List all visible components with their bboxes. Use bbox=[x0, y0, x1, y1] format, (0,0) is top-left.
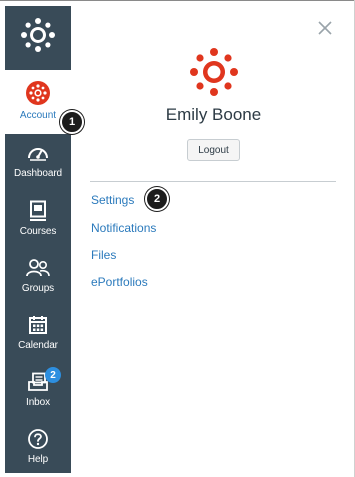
calendar-icon bbox=[25, 313, 51, 337]
tray-divider bbox=[90, 181, 336, 182]
close-icon bbox=[317, 20, 333, 41]
nav-item-help-label: Help bbox=[27, 454, 49, 465]
nav-item-account-label: Account bbox=[19, 110, 57, 121]
logout-button[interactable]: Logout bbox=[187, 139, 240, 161]
nav-item-dashboard[interactable]: Dashboard bbox=[5, 136, 71, 193]
tray-link-eportfolios[interactable]: ePortfolios bbox=[91, 275, 148, 289]
user-name: Emily Boone bbox=[165, 105, 262, 124]
canvas-logo-tile[interactable] bbox=[5, 6, 71, 68]
canvas-logo-icon bbox=[18, 15, 58, 60]
dashboard-gauge-icon bbox=[25, 141, 51, 165]
nav-item-courses[interactable]: Courses bbox=[5, 194, 71, 251]
tray-link-notifications[interactable]: Notifications bbox=[91, 221, 156, 235]
nav-item-inbox[interactable]: 2 Inbox bbox=[5, 365, 71, 422]
nav-item-dashboard-label: Dashboard bbox=[13, 168, 63, 179]
tray-canvas-logo-icon bbox=[189, 47, 239, 97]
tray-link-settings[interactable]: Settings bbox=[91, 193, 134, 207]
nav-item-courses-label: Courses bbox=[19, 226, 57, 237]
help-question-icon bbox=[25, 427, 51, 451]
nav-item-calendar[interactable]: Calendar bbox=[5, 308, 71, 365]
callout-marker-2: 2 bbox=[145, 187, 169, 211]
courses-book-icon bbox=[25, 199, 51, 223]
global-navigation: Account Dashboard Courses Groups Calenda… bbox=[5, 6, 71, 473]
inbox-unread-badge: 2 bbox=[45, 367, 61, 383]
nav-item-help[interactable]: Help bbox=[5, 422, 71, 477]
callout-marker-1: 1 bbox=[60, 110, 84, 134]
close-tray-button[interactable] bbox=[314, 19, 336, 41]
nav-item-groups-label: Groups bbox=[21, 283, 55, 294]
nav-item-groups[interactable]: Groups bbox=[5, 251, 71, 308]
tray-link-files[interactable]: Files bbox=[91, 248, 116, 262]
groups-people-icon bbox=[25, 256, 51, 280]
nav-item-inbox-label: Inbox bbox=[26, 397, 50, 408]
nav-item-calendar-label: Calendar bbox=[18, 340, 58, 351]
account-canvas-icon bbox=[25, 80, 51, 106]
